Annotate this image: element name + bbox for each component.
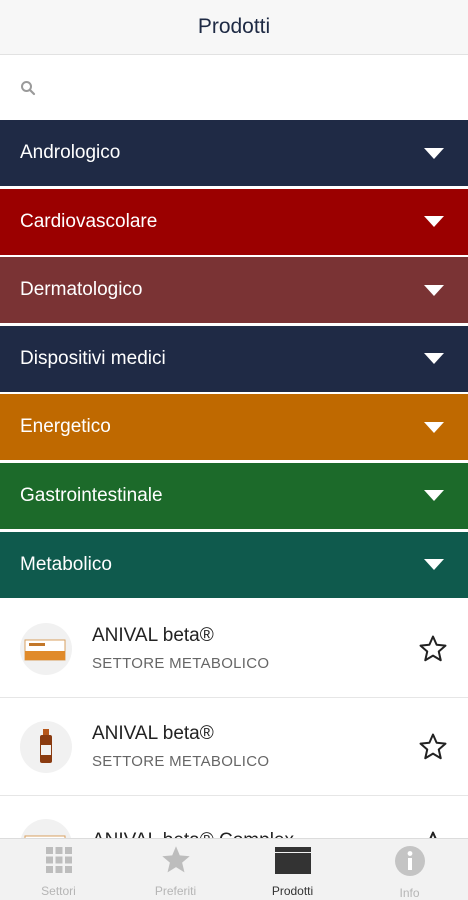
tab-preferiti[interactable]: Preferiti <box>117 839 234 900</box>
tab-label: Info <box>399 886 420 900</box>
category-gastrointestinale[interactable]: Gastrointestinale <box>0 462 468 529</box>
product-name: ANIVAL beta® <box>92 625 214 646</box>
product-sector: SETTORE METABOLICO <box>92 655 270 672</box>
grid-icon <box>44 845 74 880</box>
category-label: Gastrointestinale <box>20 484 163 506</box>
caret-down-icon <box>424 490 444 502</box>
product-name: ANIVAL beta® <box>92 723 214 744</box>
product-sector: SETTORE METABOLICO <box>92 753 270 770</box>
caret-down-icon <box>424 353 444 365</box>
app-header: Prodotti <box>0 0 468 55</box>
category-dispositivi-medici[interactable]: Dispositivi medici <box>0 325 468 392</box>
folder-icon <box>274 845 312 880</box>
product-thumbnail <box>20 622 72 675</box>
tab-label: Prodotti <box>271 884 314 898</box>
page-title: Prodotti <box>197 15 271 38</box>
product-row[interactable]: ANIVAL beta® Complex <box>0 796 468 838</box>
category-cardiovascolare[interactable]: Cardiovascolare <box>0 188 468 255</box>
category-andrologico[interactable]: Andrologico <box>0 120 468 186</box>
caret-down-icon <box>424 421 444 433</box>
product-row[interactable]: ANIVAL beta® SETTORE METABOLICO <box>0 600 468 698</box>
category-energetico[interactable]: Energetico <box>0 394 468 461</box>
product-thumbnail <box>20 818 72 838</box>
info-icon <box>394 845 426 882</box>
favorite-star-icon[interactable] <box>418 830 448 838</box>
category-label: Dispositivi medici <box>20 347 166 369</box>
search-icon <box>20 80 36 96</box>
product-row[interactable]: ANIVAL beta® SETTORE METABOLICO <box>0 698 468 796</box>
category-list: Andrologico Cardiovascolare Dermatologic… <box>0 120 468 600</box>
favorite-star-icon[interactable] <box>418 732 448 767</box>
category-dermatologico[interactable]: Dermatologico <box>0 257 468 324</box>
category-label: Cardiovascolare <box>20 210 158 232</box>
tab-prodotti[interactable]: Prodotti <box>234 839 351 900</box>
category-label: Metabolico <box>20 553 112 575</box>
product-thumbnail <box>20 720 72 773</box>
category-metabolico[interactable]: Metabolico <box>0 531 468 598</box>
category-label: Andrologico <box>20 142 121 163</box>
category-label: Dermatologico <box>20 279 143 301</box>
caret-down-icon <box>424 284 444 296</box>
tab-bar: Settori Preferiti Prodotti Info <box>0 838 468 900</box>
star-icon <box>160 845 192 880</box>
caret-down-icon <box>424 559 444 571</box>
product-list: ANIVAL beta® SETTORE METABOLICO ANIVAL b… <box>0 600 468 838</box>
favorite-star-icon[interactable] <box>418 634 448 669</box>
caret-down-icon <box>424 147 444 159</box>
category-label: Energetico <box>20 416 111 438</box>
tab-label: Settori <box>41 884 76 898</box>
search-input[interactable] <box>46 73 446 103</box>
search-bar[interactable] <box>0 56 468 120</box>
product-name: ANIVAL beta® Complex <box>92 830 294 839</box>
tab-info[interactable]: Info <box>351 839 468 900</box>
tab-label: Preferiti <box>154 884 197 898</box>
caret-down-icon <box>424 216 444 228</box>
tab-settori[interactable]: Settori <box>0 839 117 900</box>
